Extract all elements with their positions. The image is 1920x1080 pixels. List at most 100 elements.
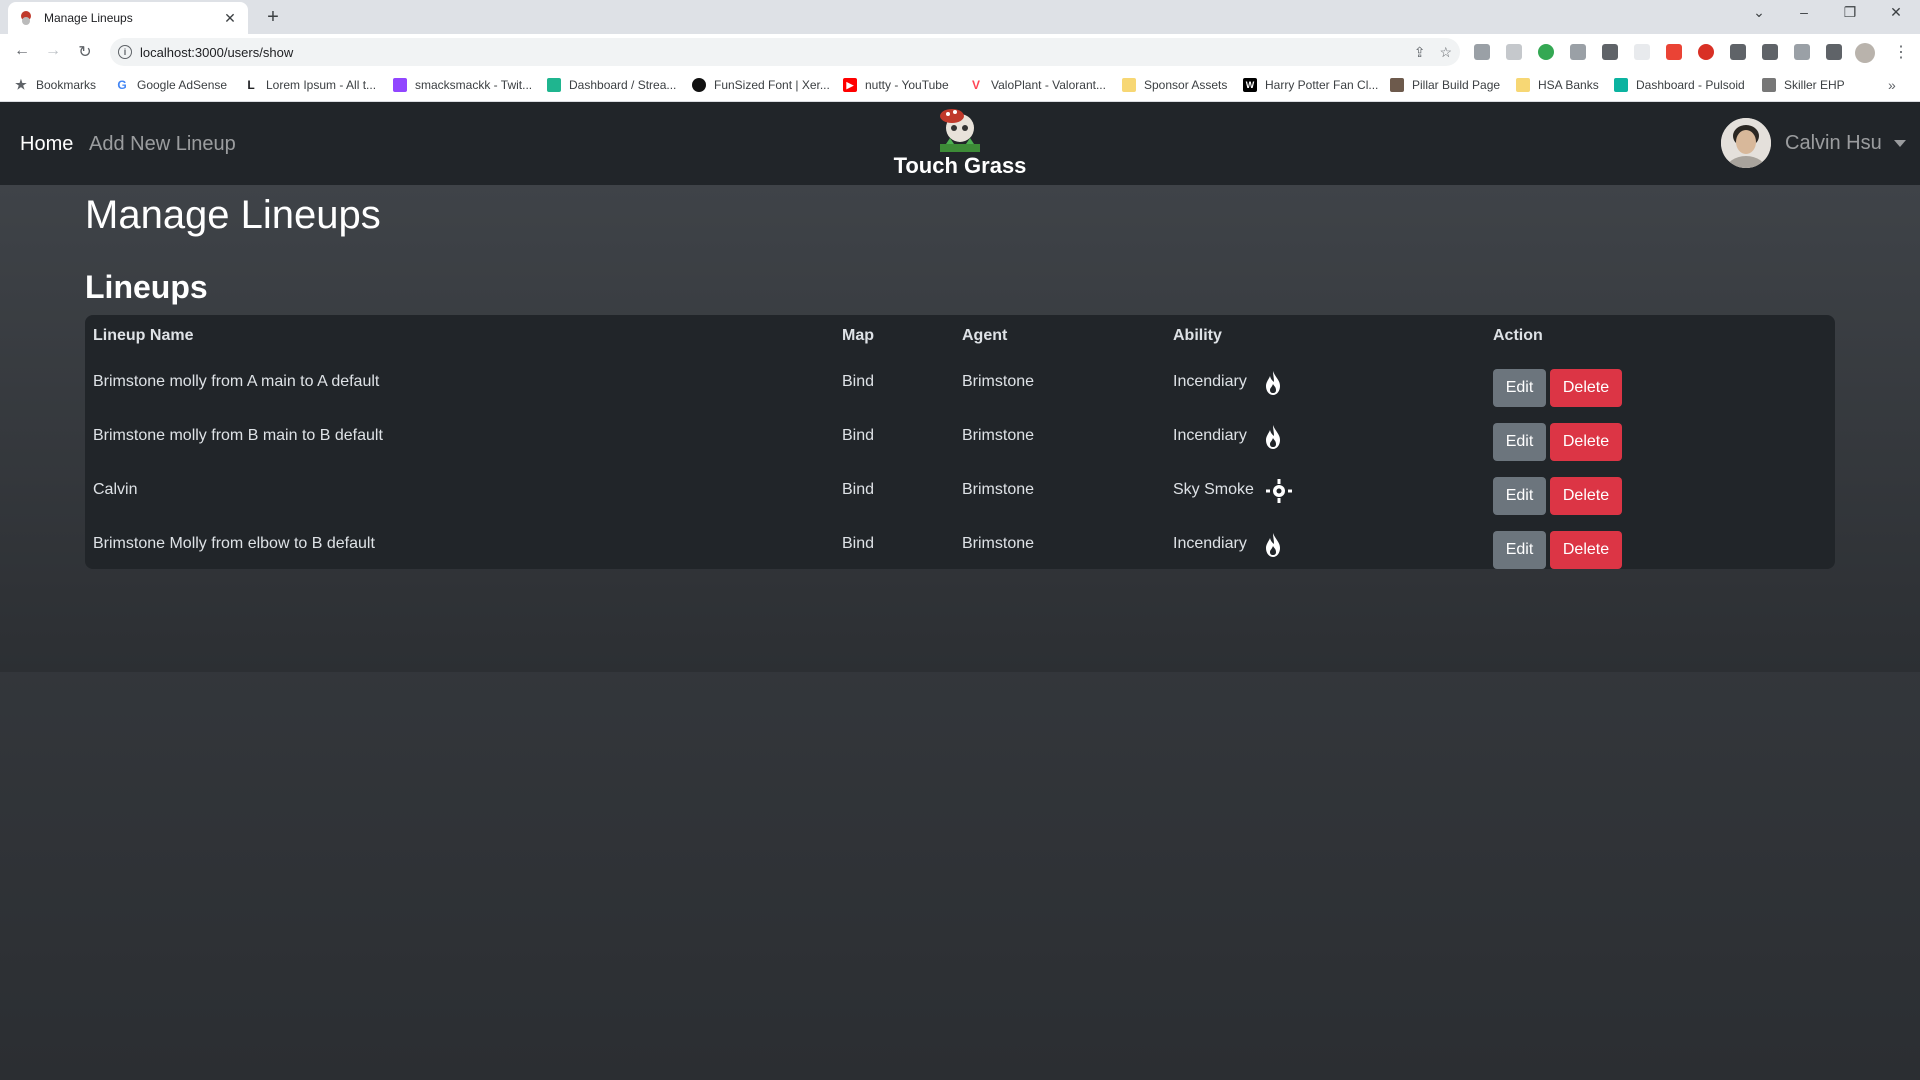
bookmark-item[interactable]: L Lorem Ipsum - All t... — [244, 78, 376, 92]
extension-icon[interactable] — [1698, 44, 1714, 60]
flame-icon — [1266, 533, 1280, 557]
table-row: Brimstone Molly from elbow to B default … — [85, 523, 1835, 577]
extension-icon[interactable] — [1506, 44, 1522, 60]
share-icon[interactable]: ⇪ — [1414, 44, 1426, 61]
edit-button[interactable]: Edit — [1493, 423, 1546, 461]
minimize-icon[interactable]: – — [1794, 4, 1814, 20]
side-panel-icon[interactable] — [1826, 44, 1842, 60]
url-text[interactable]: localhost:3000/users/show — [140, 45, 1400, 60]
window-close-icon[interactable]: ✕ — [1886, 4, 1906, 21]
browser-menu-icon[interactable]: ⋮ — [1893, 42, 1909, 62]
bookmark-label: Pillar Build Page — [1412, 78, 1501, 92]
bookmark-item[interactable]: FunSized Font | Xer... — [692, 78, 830, 92]
bookmark-item[interactable]: Sponsor Assets — [1122, 78, 1227, 92]
main-content: Manage Lineups Lineups Lineup Name Map A… — [0, 185, 1920, 672]
delete-button[interactable]: Delete — [1550, 423, 1622, 461]
extensions-puzzle-icon[interactable] — [1762, 44, 1778, 60]
bookmark-item[interactable]: W Harry Potter Fan Cl... — [1243, 78, 1378, 92]
lineup-map: Bind — [842, 481, 875, 498]
bookmark-label: Harry Potter Fan Cl... — [1265, 78, 1379, 92]
delete-button[interactable]: Delete — [1550, 531, 1622, 569]
lineup-agent: Brimstone — [962, 373, 1035, 390]
bookmark-label: Dashboard - Pulsoid — [1636, 78, 1745, 92]
bookmark-item[interactable]: Dashboard - Pulsoid — [1614, 78, 1745, 92]
extension-icon[interactable] — [1602, 44, 1618, 60]
skiller-icon — [1762, 78, 1776, 92]
user-menu[interactable]: Calvin Hsu — [1721, 118, 1906, 168]
forward-icon[interactable]: → — [43, 42, 63, 60]
restore-icon[interactable]: ❐ — [1840, 4, 1860, 21]
youtube-icon: ▶ — [843, 78, 857, 92]
brand-name: Touch Grass — [893, 153, 1027, 178]
delete-button[interactable]: Delete — [1550, 477, 1622, 515]
bookmarks-overflow-icon[interactable]: » — [1888, 77, 1896, 93]
cast-icon[interactable] — [1794, 44, 1810, 60]
extension-icon[interactable] — [1474, 44, 1490, 60]
tab-favicon-icon — [18, 10, 34, 26]
bookmark-item[interactable]: Dashboard / Strea... — [547, 78, 676, 92]
nav-home-link[interactable]: Home — [20, 133, 73, 156]
bookmark-item[interactable]: ★ Bookmarks — [14, 77, 96, 92]
browser-tab[interactable]: Manage Lineups ✕ — [8, 2, 248, 34]
font-icon — [692, 78, 706, 92]
lineup-ability: Incendiary — [1173, 535, 1247, 552]
bookmark-star-icon[interactable]: ☆ — [1439, 44, 1452, 61]
star-icon: ★ — [15, 77, 27, 92]
google-icon: G — [117, 78, 127, 92]
back-icon[interactable]: ← — [12, 42, 32, 60]
extension-icon[interactable] — [1730, 44, 1746, 60]
bookmark-item[interactable]: ▶ nutty - YouTube — [843, 78, 949, 92]
tab-search-icon[interactable]: ⌄ — [1749, 4, 1769, 21]
flame-icon — [1266, 371, 1280, 395]
lineup-map: Bind — [842, 535, 875, 552]
bookmark-label: nutty - YouTube — [865, 78, 949, 92]
dropdown-caret-icon[interactable] — [1893, 139, 1906, 147]
extension-icon[interactable] — [1570, 44, 1586, 60]
column-header-agent: Agent — [962, 327, 1008, 344]
lineup-name: Brimstone molly from B main to B default — [93, 427, 383, 444]
user-avatar[interactable] — [1721, 118, 1771, 168]
user-name[interactable]: Calvin Hsu — [1785, 132, 1882, 155]
lineup-ability: Incendiary — [1173, 373, 1247, 390]
bookmark-item[interactable]: HSA Banks — [1516, 78, 1599, 92]
address-bar[interactable]: i localhost:3000/users/show ⇪ ☆ — [110, 38, 1460, 66]
column-header-lineup-name: Lineup Name — [93, 327, 194, 344]
bookmark-item[interactable]: smacksmackk - Twit... — [393, 78, 532, 92]
table-row: Brimstone molly from B main to B default… — [85, 415, 1835, 469]
bookmark-item[interactable]: Pillar Build Page — [1390, 78, 1500, 92]
twitch-icon — [393, 78, 407, 92]
browser-toolbar: ← → ↻ i localhost:3000/users/show ⇪ ☆ ⋮ — [0, 34, 1920, 70]
edit-button[interactable]: Edit — [1493, 477, 1546, 515]
lorem-icon: L — [247, 78, 255, 92]
bookmark-item[interactable]: Skiller EHP — [1762, 78, 1845, 92]
flame-icon — [1266, 425, 1280, 449]
bookmark-label: Dashboard / Strea... — [569, 78, 677, 92]
table-row: Calvin Bind Brimstone Sky Smoke Edit Del… — [85, 469, 1835, 523]
bookmark-label: HSA Banks — [1538, 78, 1599, 92]
extension-icon[interactable] — [1634, 44, 1650, 60]
delete-button[interactable]: Delete — [1550, 369, 1622, 407]
lineup-name: Calvin — [93, 481, 138, 498]
brand[interactable]: Touch Grass — [890, 102, 1030, 185]
lineup-name: Brimstone Molly from elbow to B default — [93, 535, 375, 552]
extension-icon[interactable] — [1538, 44, 1554, 60]
tab-close-icon[interactable]: ✕ — [222, 10, 238, 27]
new-tab-icon[interactable]: + — [262, 6, 284, 28]
section-title: Lineups — [85, 269, 208, 305]
folder-icon — [1122, 78, 1136, 92]
reload-icon[interactable]: ↻ — [75, 42, 95, 62]
pillar-icon — [1390, 78, 1404, 92]
bookmark-item[interactable]: G Google AdSense — [115, 78, 227, 92]
bookmark-item[interactable]: V ValoPlant - Valorant... — [969, 78, 1106, 92]
column-header-ability: Ability — [1173, 327, 1222, 344]
bookmark-label: ValoPlant - Valorant... — [991, 78, 1106, 92]
site-info-icon[interactable]: i — [118, 45, 132, 59]
extension-icon[interactable] — [1666, 44, 1682, 60]
edit-button[interactable]: Edit — [1493, 531, 1546, 569]
user-avatar-icon — [1721, 118, 1771, 168]
folder-icon — [1516, 78, 1530, 92]
nav-add-lineup-link[interactable]: Add New Lineup — [89, 133, 236, 156]
edit-button[interactable]: Edit — [1493, 369, 1546, 407]
profile-avatar-icon[interactable] — [1855, 43, 1875, 63]
page: Home Add New Lineup Touch Grass Calvin H… — [0, 102, 1920, 1080]
